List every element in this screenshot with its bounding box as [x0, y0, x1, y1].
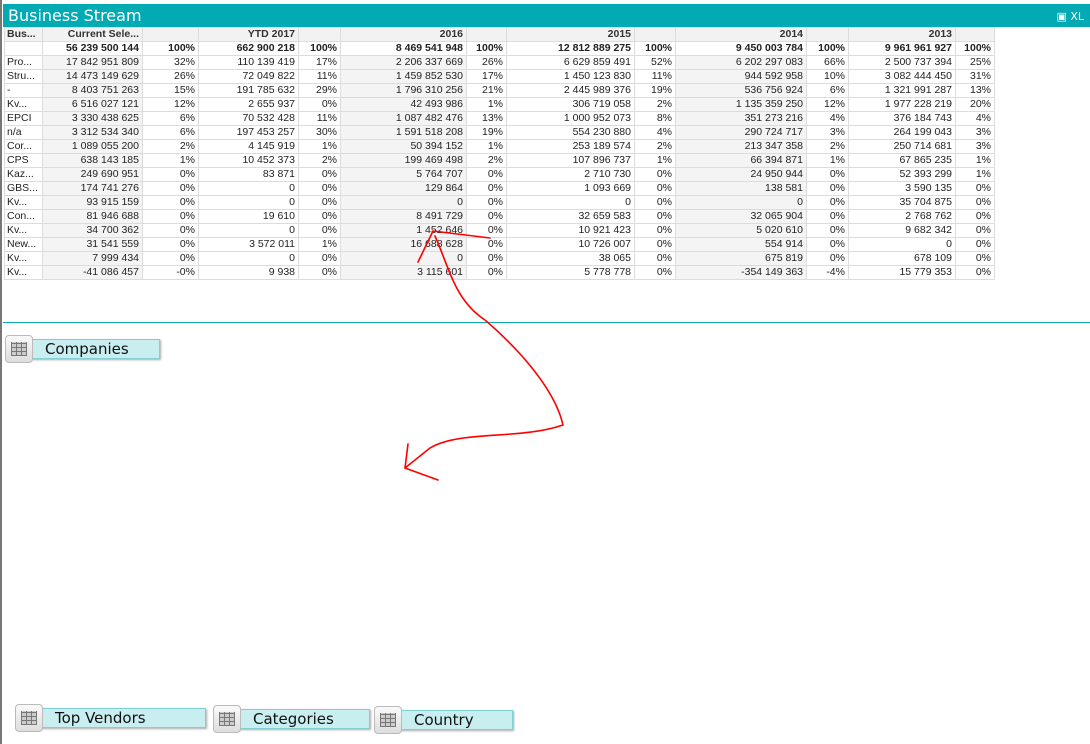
arrow-upper-head	[417, 230, 491, 263]
red-arrow-annotation	[404, 230, 564, 481]
arrow-lower-head	[404, 443, 439, 481]
arrow-curve	[404, 235, 564, 469]
